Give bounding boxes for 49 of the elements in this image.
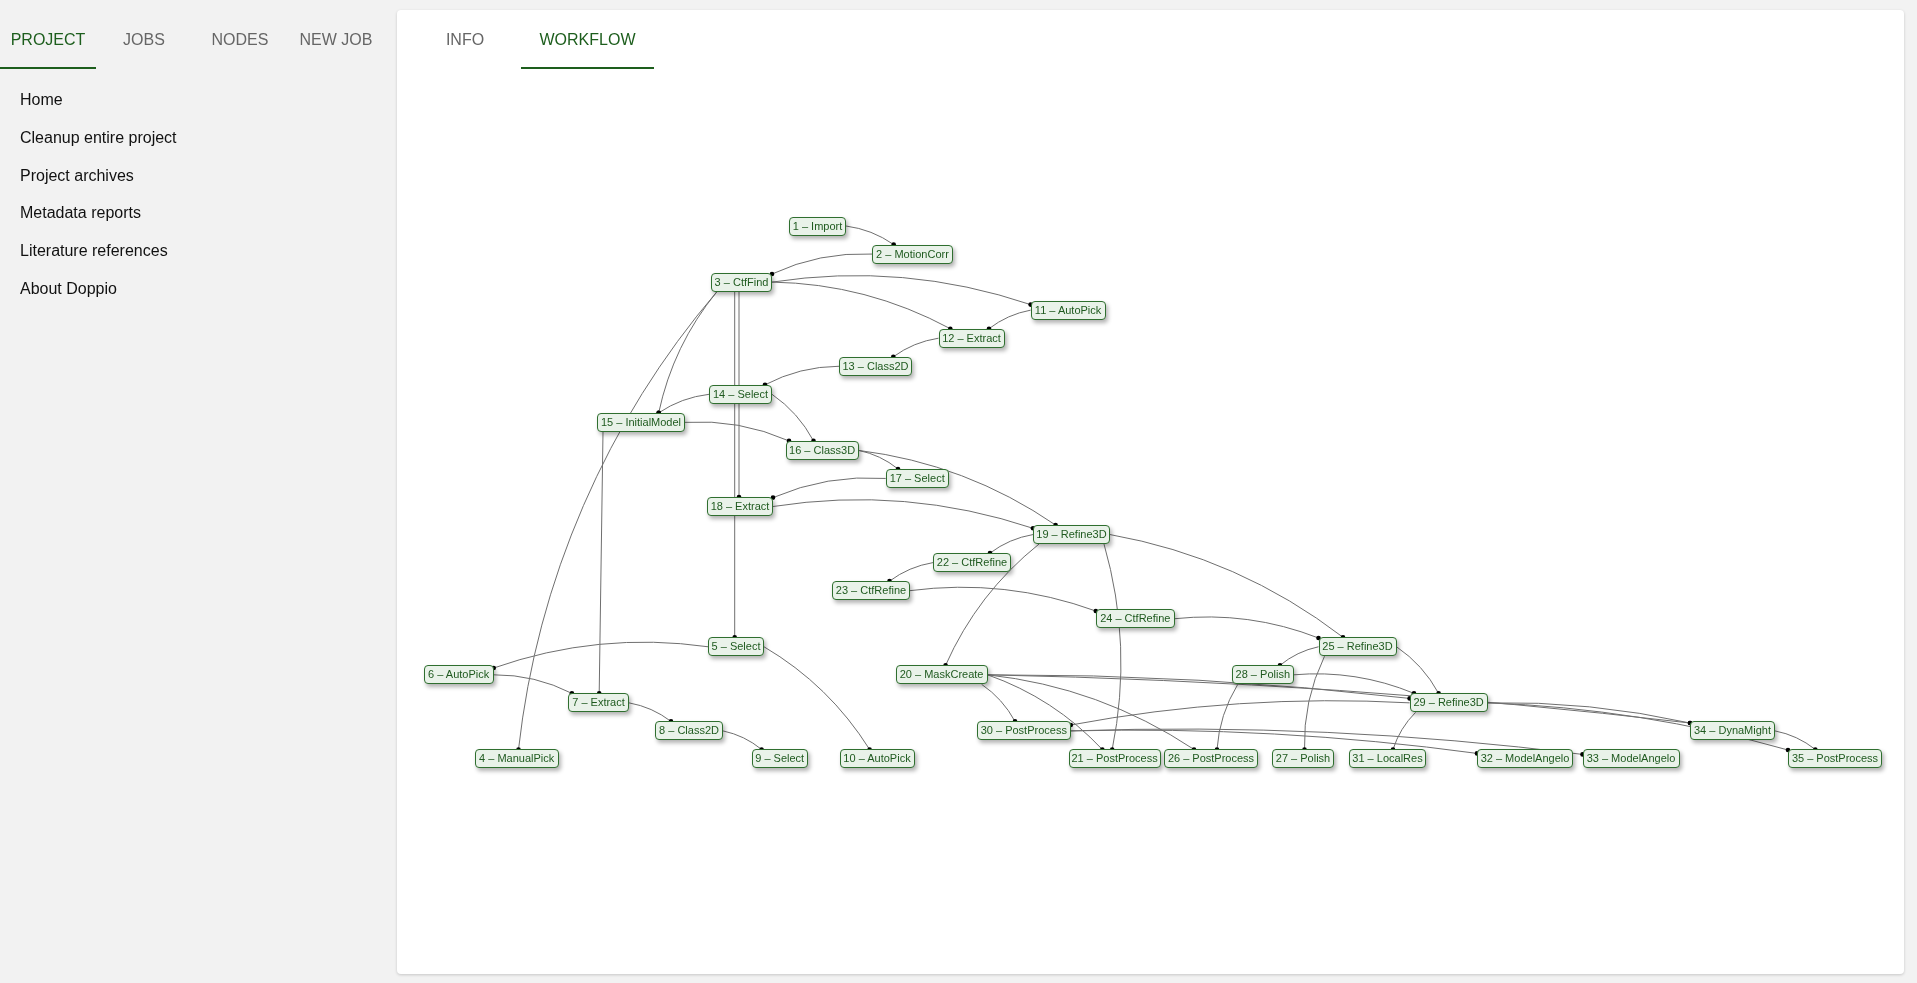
job-node[interactable]: 3 – CtfFind	[711, 272, 772, 292]
job-node[interactable]: 33 – ModelAngelo	[1582, 749, 1680, 769]
sidebar-link[interactable]: Metadata reports	[20, 201, 141, 226]
sidebar-link[interactable]: Project archives	[20, 163, 134, 188]
tab[interactable]: JOBS	[96, 0, 192, 69]
job-node[interactable]: 10 – AutoPick	[839, 749, 915, 769]
job-node[interactable]: 2 – MotionCorr	[872, 244, 953, 264]
connector-line	[845, 225, 896, 247]
job-node[interactable]: 35 – PostProcess	[1788, 749, 1882, 769]
job-node[interactable]: 8 – Class2D	[655, 721, 723, 741]
job-node[interactable]: 24 – CtfRefine	[1095, 609, 1175, 629]
job-node[interactable]: 15 – InitialModel	[597, 412, 685, 432]
sidebar-link[interactable]: Home	[20, 88, 63, 112]
job-node[interactable]: 18 – Extract	[707, 497, 773, 516]
job-node[interactable]: 11 – AutoPick	[1030, 300, 1106, 320]
job-node[interactable]: 19 – Refine3D	[1033, 525, 1110, 545]
job-node[interactable]: 7 – Extract	[568, 693, 629, 713]
tab[interactable]: INFO	[409, 10, 521, 69]
job-node[interactable]: 6 – AutoPick	[423, 665, 494, 685]
job-node[interactable]: 9 – Select	[751, 749, 808, 769]
job-node[interactable]: 29 – Refine3D	[1409, 693, 1488, 713]
job-node[interactable]: 13 – Class2D	[839, 356, 912, 376]
job-node[interactable]: 27 – Polish	[1272, 749, 1334, 769]
sidebar-link[interactable]: About Doppio	[20, 277, 117, 301]
job-node[interactable]: 16 – Class3D	[785, 440, 859, 460]
job-node[interactable]: 20 – MaskCreate	[895, 665, 988, 685]
job-node[interactable]: 25 – Refine3D	[1318, 637, 1397, 657]
tab[interactable]: NEW JOB	[288, 0, 384, 69]
job-node[interactable]: 1 – Import	[789, 216, 846, 236]
sidebar-link[interactable]: Cleanup entire project	[20, 125, 177, 150]
job-node[interactable]: 4 – ManualPick	[474, 749, 559, 769]
job-node[interactable]: 26 – PostProcess	[1164, 749, 1258, 769]
job-node[interactable]: 12 – Extract	[938, 328, 1005, 348]
tab[interactable]: WORKFLOW	[521, 10, 654, 69]
sidebar-link[interactable]: Literature references	[20, 239, 168, 264]
job-node[interactable]: 34 – DynaMight	[1690, 721, 1775, 741]
job-node[interactable]: 32 – ModelAngelo	[1477, 749, 1573, 769]
connector-line	[891, 337, 939, 360]
job-node[interactable]: 28 – Polish	[1231, 665, 1294, 685]
tab[interactable]: PROJECT	[0, 0, 96, 69]
job-node[interactable]: 21 – PostProcess	[1068, 749, 1161, 769]
tab[interactable]: NODES	[192, 0, 288, 69]
job-node[interactable]: 22 – CtfRefine	[933, 553, 1011, 573]
job-node[interactable]: 14 – Select	[709, 384, 772, 404]
job-node[interactable]: 30 – PostProcess	[976, 721, 1071, 741]
job-node[interactable]: 23 – CtfRefine	[832, 581, 910, 601]
job-node[interactable]: 5 – Select	[708, 637, 764, 657]
job-node[interactable]: 31 – LocalRes	[1349, 749, 1426, 769]
job-node[interactable]: 17 – Select	[885, 468, 949, 488]
